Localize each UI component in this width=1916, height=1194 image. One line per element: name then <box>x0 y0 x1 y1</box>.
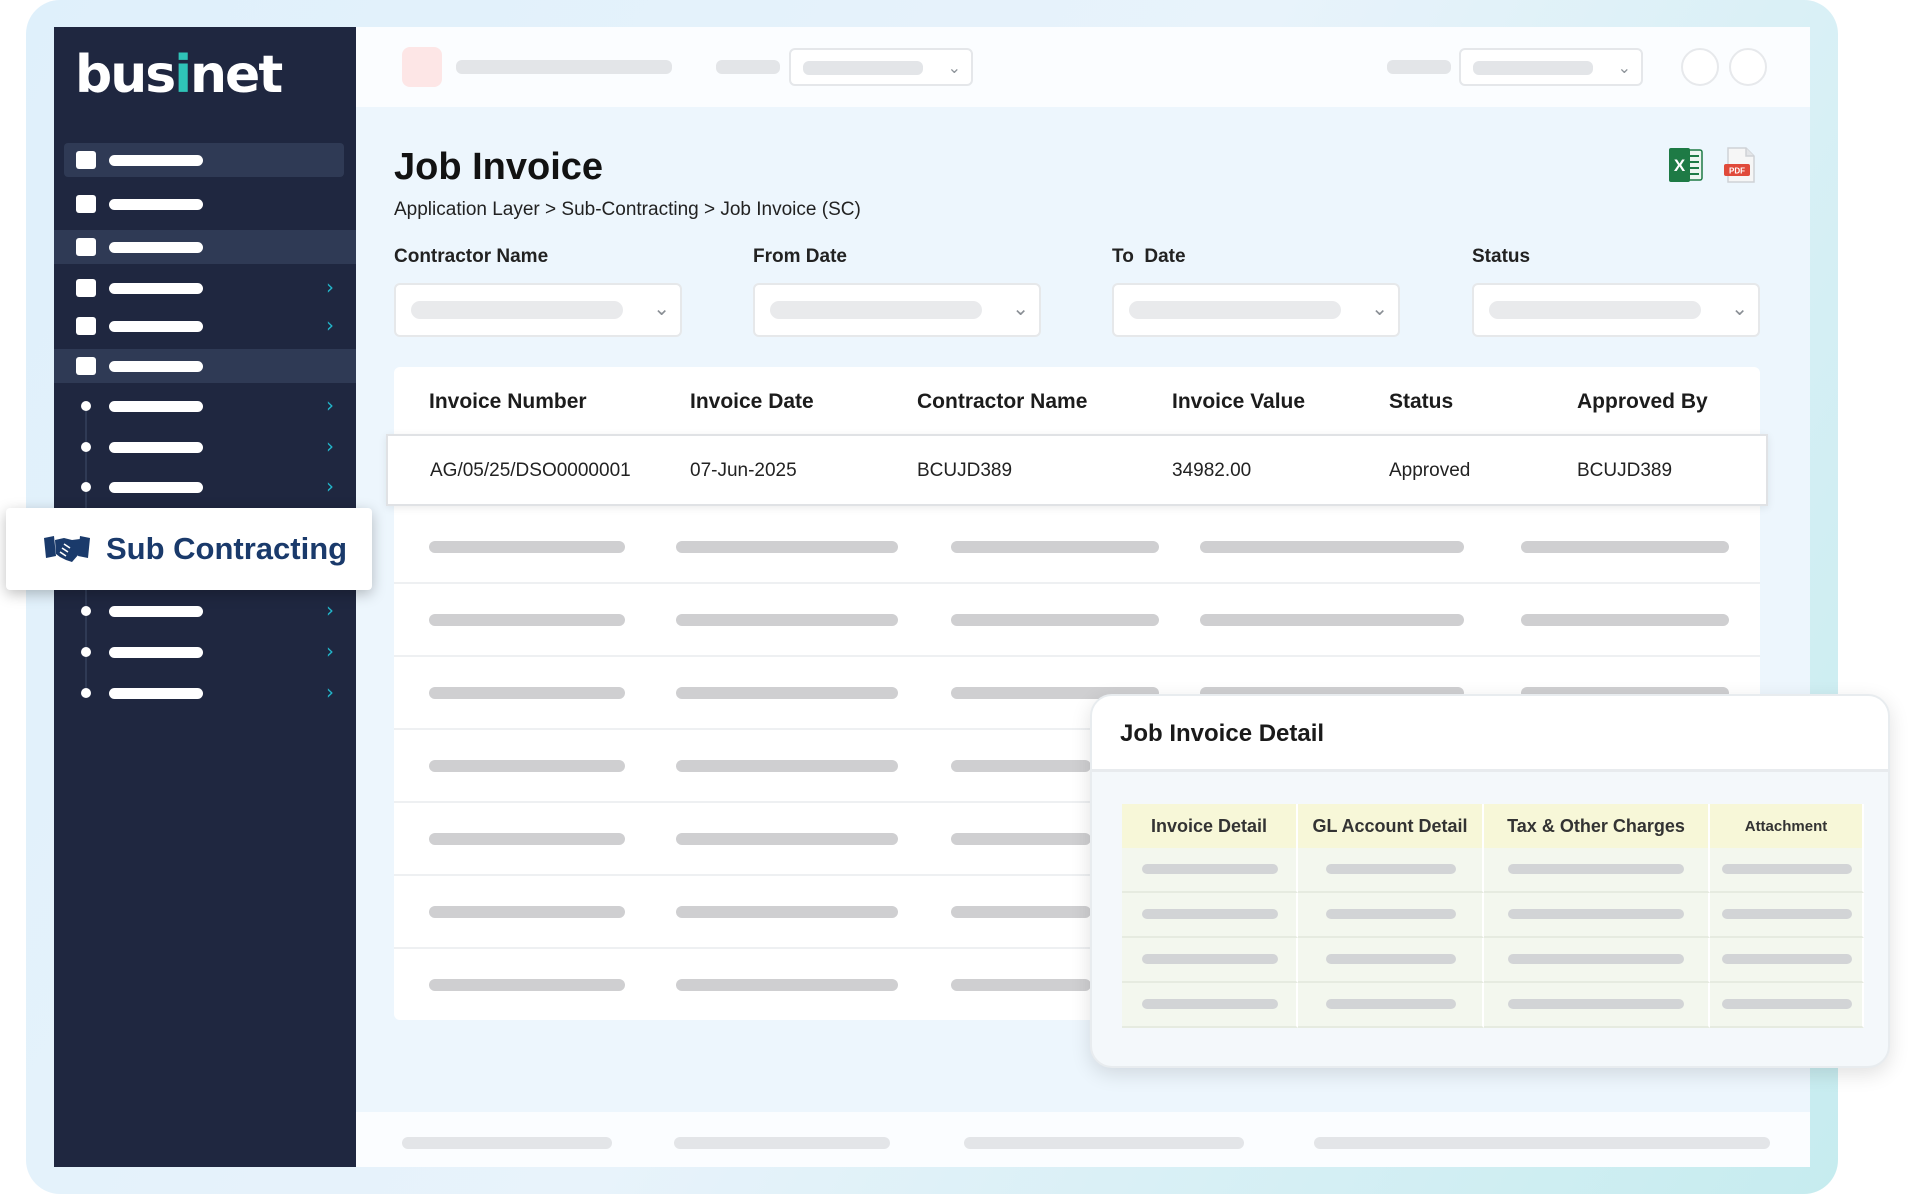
tab-attachment[interactable]: Attachment <box>1710 804 1864 848</box>
bottom-bar <box>356 1112 1810 1167</box>
column-header[interactable]: Invoice Date <box>690 390 814 414</box>
bullet-icon <box>81 647 91 657</box>
chevron-down-icon: ⌄ <box>947 58 961 77</box>
column-header[interactable]: Contractor Name <box>917 390 1087 414</box>
menu-icon <box>76 195 96 213</box>
sidebar-item-3[interactable] <box>54 230 356 264</box>
chevron-right-icon: › <box>326 275 334 299</box>
excel-icon[interactable]: X <box>1668 146 1704 184</box>
chevron-right-icon: › <box>326 474 334 498</box>
profile-button[interactable] <box>1729 48 1767 86</box>
tab-invoice-detail[interactable]: Invoice Detail <box>1122 804 1298 848</box>
chevron-down-icon: ⌄ <box>1731 296 1748 320</box>
handshake-icon <box>44 536 90 562</box>
job-invoice-detail-card: Job Invoice Detail Invoice Detail GL Acc… <box>1090 694 1890 1068</box>
cell-invoice-number: AG/05/25/DSO0000001 <box>430 460 631 481</box>
svg-text:X: X <box>1674 156 1686 175</box>
chevron-right-icon: › <box>326 598 334 622</box>
column-header[interactable]: Approved By <box>1577 390 1708 414</box>
app-icon[interactable] <box>402 47 442 87</box>
chevron-right-icon: › <box>326 639 334 663</box>
filter-label-status: Status <box>1472 246 1531 267</box>
cell-invoice-value: 34982.00 <box>1172 460 1252 481</box>
chevron-right-icon: › <box>326 680 334 704</box>
cell-invoice-date: 07-Jun-2025 <box>690 460 797 481</box>
tab-tax-other-charges[interactable]: Tax & Other Charges <box>1484 804 1710 848</box>
cell-status: Approved <box>1389 460 1471 481</box>
bullet-icon <box>81 401 91 411</box>
filter-label-from-date: From Date <box>753 246 847 267</box>
top-select-1[interactable]: ⌄ <box>789 48 973 86</box>
chevron-right-icon: › <box>326 393 334 417</box>
sidebar-subitem-5[interactable]: › <box>64 594 344 628</box>
to-date-select[interactable]: ⌄ <box>1112 283 1400 337</box>
chevron-down-icon: ⌄ <box>1371 296 1388 320</box>
cell-approved-by: BCUJD389 <box>1577 460 1673 481</box>
chevron-down-icon: ⌄ <box>1012 296 1029 320</box>
column-header[interactable]: Invoice Number <box>429 390 587 414</box>
placeholder-bar <box>716 60 780 74</box>
filter-label-to-date: To Date <box>1112 246 1186 267</box>
menu-icon <box>76 279 96 297</box>
bullet-icon <box>81 606 91 616</box>
contractor-select[interactable]: ⌄ <box>394 283 682 337</box>
sidebar-subitem-3[interactable]: › <box>64 470 344 504</box>
bullet-icon <box>81 442 91 452</box>
breadcrumb: Application Layer > Sub-Contracting > Jo… <box>394 199 861 220</box>
svg-text:PDF: PDF <box>1729 167 1745 176</box>
chevron-right-icon: › <box>326 313 334 337</box>
sidebar-item-1[interactable] <box>64 143 344 177</box>
column-header[interactable]: Invoice Value <box>1172 390 1305 414</box>
bullet-icon <box>81 688 91 698</box>
placeholder-bar <box>1387 60 1451 74</box>
chevron-down-icon: ⌄ <box>653 296 670 320</box>
column-header[interactable]: Status <box>1389 390 1453 414</box>
menu-icon <box>76 151 96 169</box>
sidebar-item-6[interactable] <box>54 349 356 383</box>
notification-button[interactable] <box>1681 48 1719 86</box>
card-title: Job Invoice Detail <box>1120 720 1325 747</box>
sidebar-subitem-2[interactable]: › <box>64 430 344 464</box>
sidebar-subitem-6[interactable]: › <box>64 635 344 669</box>
sidebar-subitem-1[interactable]: › <box>64 389 344 423</box>
app-logo[interactable]: businet <box>75 45 283 105</box>
status-select[interactable]: ⌄ <box>1472 283 1760 337</box>
menu-icon <box>76 357 96 375</box>
from-date-select[interactable]: ⌄ <box>753 283 1041 337</box>
placeholder-bar <box>456 60 672 74</box>
filter-label-contractor: Contractor Name <box>394 246 549 267</box>
top-select-2[interactable]: ⌄ <box>1459 48 1643 86</box>
sidebar-highlight-label: Sub Contracting <box>106 531 348 566</box>
sidebar-item-5[interactable]: › <box>64 309 344 343</box>
sidebar-item-4[interactable]: › <box>64 271 344 305</box>
sidebar-subitem-7[interactable]: › <box>64 676 344 710</box>
tab-gl-account-detail[interactable]: GL Account Detail <box>1298 804 1484 848</box>
pdf-icon[interactable]: PDF <box>1722 146 1758 184</box>
cell-contractor-name: BCUJD389 <box>917 460 1013 481</box>
sidebar-item-2[interactable] <box>64 187 344 221</box>
chevron-right-icon: › <box>326 434 334 458</box>
menu-icon <box>76 317 96 335</box>
chevron-down-icon: ⌄ <box>1617 58 1631 77</box>
sub-contracting-callout[interactable]: Sub Contracting <box>6 508 372 590</box>
page-title: Job Invoice <box>394 146 604 188</box>
menu-icon <box>76 238 96 256</box>
bullet-icon <box>81 482 91 492</box>
